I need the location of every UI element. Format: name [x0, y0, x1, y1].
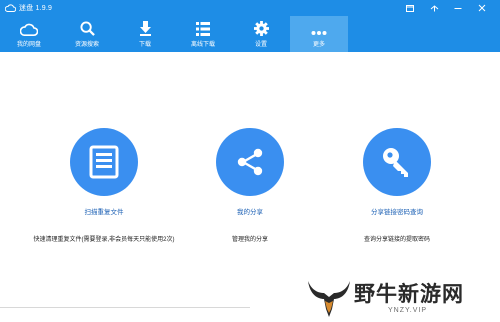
restore-icon[interactable] — [398, 0, 422, 16]
tool-label: 离线下载 — [190, 42, 215, 48]
bull-horns-logo-icon — [308, 281, 350, 317]
window-controls — [398, 0, 494, 16]
tool-my-cloud[interactable]: 我的网盘 — [0, 16, 58, 52]
tool-label: 我的网盘 — [16, 42, 41, 48]
tool-resource-search[interactable]: 资源搜索 — [58, 16, 116, 52]
feature-title[interactable]: 我的分享 — [237, 206, 263, 216]
cloud-logo-icon — [3, 1, 17, 15]
search-icon — [79, 16, 95, 36]
tool-settings[interactable]: 设置 — [232, 16, 290, 52]
watermark: 野牛新游网 YNZY.VIP — [306, 270, 496, 322]
list-icon — [196, 16, 210, 36]
feature-description: 查询分享链接的提取密码 — [363, 237, 430, 243]
feature-title[interactable]: 扫描重复文件 — [85, 206, 124, 216]
watermark-url: YNZY.VIP — [388, 307, 427, 314]
main-toolbar: 我的网盘 资源搜索 下载 离线下载 设置 更多 — [0, 16, 500, 52]
watermark-title: 野牛新游网 — [354, 282, 464, 306]
feature-my-shares[interactable]: 我的分享 管理我的分享 — [180, 128, 320, 243]
tool-label: 设置 — [254, 42, 267, 48]
tool-more[interactable]: 更多 — [290, 16, 348, 52]
scan-duplicates-button[interactable] — [70, 128, 138, 196]
close-icon[interactable] — [470, 0, 494, 16]
cloud-icon — [20, 16, 38, 36]
key-icon — [383, 148, 408, 177]
document-list-icon — [89, 145, 119, 179]
feature-description: 管理我的分享 — [231, 237, 268, 243]
gear-icon — [253, 16, 269, 36]
share-icon — [237, 148, 263, 176]
feature-title[interactable]: 分享链接密码查询 — [371, 206, 423, 216]
download-icon — [139, 16, 151, 36]
tool-download[interactable]: 下载 — [116, 16, 174, 52]
tool-label: 资源搜索 — [74, 42, 99, 48]
my-shares-button[interactable] — [216, 128, 284, 196]
tool-label: 更多 — [312, 42, 325, 48]
pin-icon[interactable] — [422, 0, 446, 16]
minimize-icon[interactable] — [446, 0, 470, 16]
more-icon — [311, 16, 327, 36]
app-title: 迷盘 1.9.9 — [19, 5, 53, 12]
feature-share-password-lookup[interactable]: 分享链接密码查询 查询分享链接的提取密码 — [327, 128, 467, 243]
tool-label: 下载 — [138, 42, 151, 48]
title-bar: 迷盘 1.9.9 — [0, 0, 500, 16]
feature-scan-duplicates[interactable]: 扫描重复文件 快速清理重复文件(需要登录,非会员每天只能使用2次) — [33, 128, 175, 243]
feature-description: 快速清理重复文件(需要登录,非会员每天只能使用2次) — [33, 237, 175, 243]
tool-offline-download[interactable]: 离线下载 — [174, 16, 232, 52]
divider — [0, 307, 250, 308]
share-password-lookup-button[interactable] — [363, 128, 431, 196]
